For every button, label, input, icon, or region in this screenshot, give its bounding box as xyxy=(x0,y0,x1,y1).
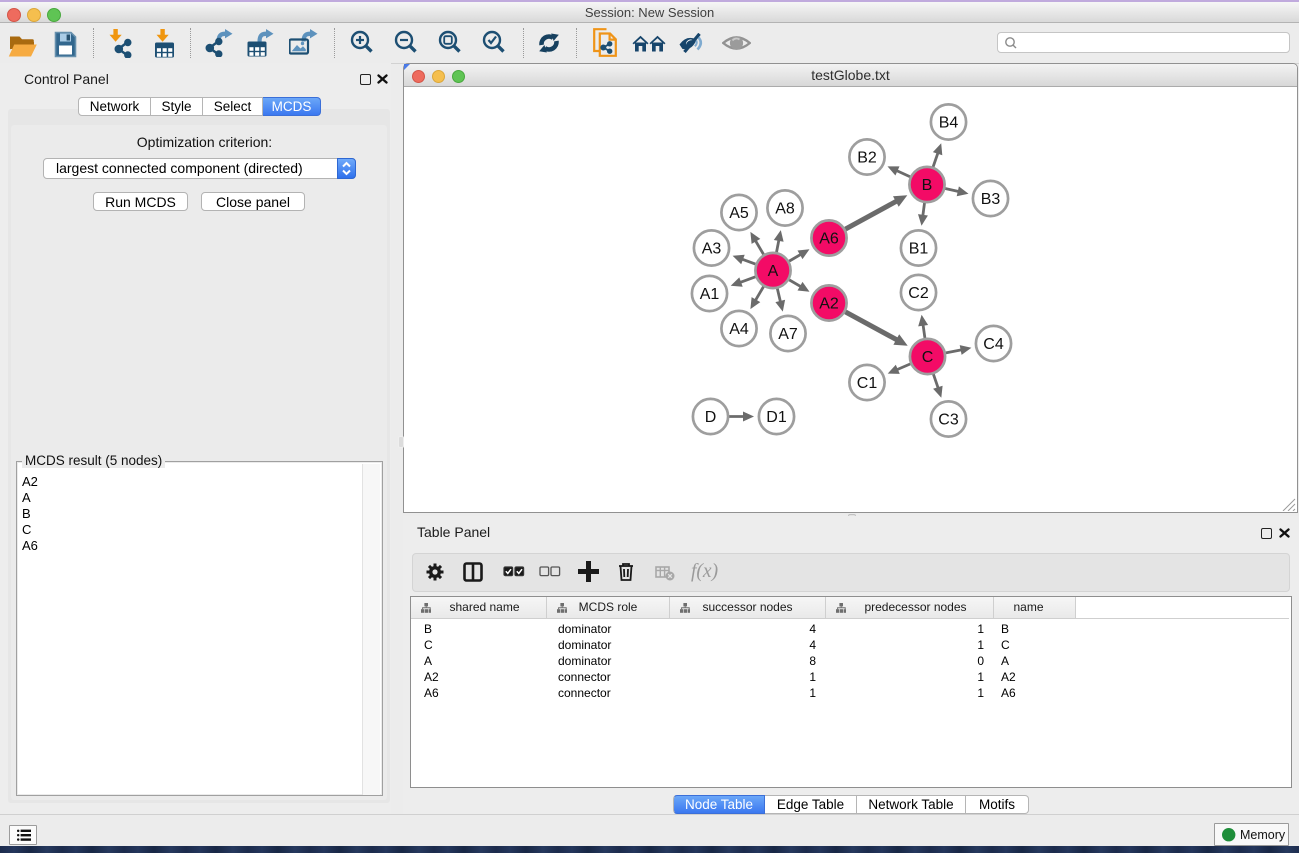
svg-text:C1: C1 xyxy=(857,375,878,392)
svg-text:A8: A8 xyxy=(775,201,795,218)
svg-text:A4: A4 xyxy=(729,321,749,338)
svg-text:B3: B3 xyxy=(981,191,1001,208)
svg-text:A: A xyxy=(768,263,779,280)
svg-text:A3: A3 xyxy=(702,241,722,258)
svg-text:B: B xyxy=(922,177,933,194)
svg-text:B1: B1 xyxy=(909,241,929,258)
svg-text:A5: A5 xyxy=(729,205,749,222)
svg-text:A2: A2 xyxy=(819,296,839,313)
svg-text:C: C xyxy=(922,349,934,366)
svg-text:D1: D1 xyxy=(766,409,787,426)
svg-text:B2: B2 xyxy=(857,150,877,167)
svg-text:C3: C3 xyxy=(938,412,959,429)
svg-text:C2: C2 xyxy=(908,285,929,302)
svg-text:B4: B4 xyxy=(939,115,959,132)
svg-text:A6: A6 xyxy=(819,231,839,248)
svg-text:A7: A7 xyxy=(778,326,798,343)
svg-text:C4: C4 xyxy=(983,336,1004,353)
svg-text:A1: A1 xyxy=(700,286,720,303)
svg-text:D: D xyxy=(705,409,717,426)
svg-text:f(x): f(x) xyxy=(691,561,718,582)
